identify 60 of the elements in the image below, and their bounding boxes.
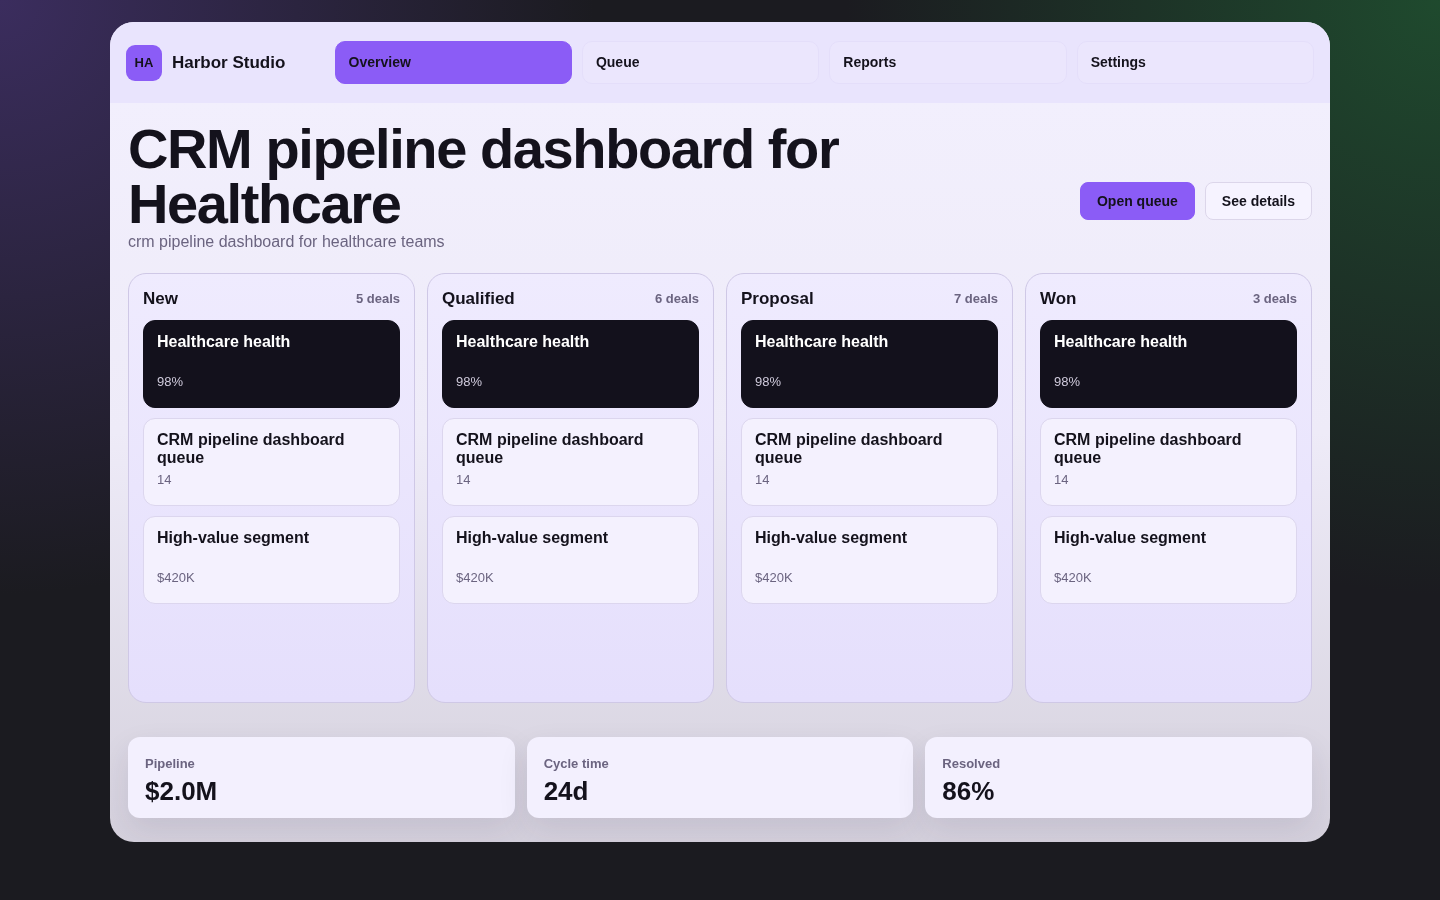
deal-value: 98% [755,374,783,389]
deal-card[interactable]: CRM pipeline dashboard queue 14 [741,418,998,506]
deal-title: CRM pipeline dashboard queue [755,431,944,467]
page-title: CRM pipeline dashboard for Healthcare [128,121,840,231]
deal-value: 14 [755,472,771,487]
brand-name: Harbor Studio [172,51,286,74]
deal-card[interactable]: Healthcare health 98% [741,320,998,408]
deal-card[interactable]: Healthcare health 98% [442,320,699,408]
deal-title: Healthcare health [456,333,591,351]
deal-card[interactable]: Healthcare health 98% [1040,320,1297,408]
stat-value: 24d [543,775,590,806]
deal-card[interactable]: Healthcare health 98% [143,320,400,408]
nav-tab[interactable]: Queue [581,41,820,84]
deal-count: 6 deals [654,290,699,309]
open-queue-button[interactable]: Open queue [1079,182,1195,220]
deal-card[interactable]: CRM pipeline dashboard queue 14 [143,418,400,506]
deal-card[interactable]: High-value segment $420K [741,516,998,604]
deal-count: 3 deals [1252,290,1297,309]
deal-title: Healthcare health [755,333,890,351]
column-title: Proposal [741,288,814,311]
column-title: New [143,288,178,311]
page-subtitle: crm pipeline dashboard for healthcare teams [128,232,446,252]
stat-label: Pipeline [145,755,196,773]
nav-tab[interactable]: Reports [829,41,1067,84]
deal-title: High-value segment [1054,529,1208,547]
deal-value: $420K [1054,570,1093,585]
deal-value: $420K [755,570,794,585]
deal-value: 98% [1054,374,1082,389]
stat-value: $2.0M [145,775,219,806]
deal-title: CRM pipeline dashboard queue [456,431,645,467]
see-details-button[interactable]: See details [1204,182,1312,220]
column-title: Qualified [442,288,515,311]
deal-title: CRM pipeline dashboard queue [157,431,346,467]
deal-count: 7 deals [953,290,998,309]
nav-tab[interactable]: Settings [1076,41,1314,84]
deal-card[interactable]: High-value segment $420K [143,516,400,604]
deal-card[interactable]: CRM pipeline dashboard queue 14 [1040,418,1297,506]
stat-label: Cycle time [543,755,610,773]
stat-label: Resolved [942,755,1002,773]
deal-title: High-value segment [456,529,610,547]
deal-title: High-value segment [755,529,909,547]
deal-value: $420K [456,570,495,585]
deal-title: High-value segment [157,529,311,547]
column-title: Won [1040,288,1077,311]
deal-value: 98% [157,374,185,389]
nav-tab[interactable]: Overview [334,41,572,84]
deal-card[interactable]: High-value segment $420K [1040,516,1297,604]
deal-title: Healthcare health [157,333,292,351]
brand-logo: HA [126,44,162,81]
deal-value: 14 [157,472,173,487]
deal-title: Healthcare health [1054,333,1189,351]
deal-card[interactable]: High-value segment $420K [442,516,699,604]
deal-title: CRM pipeline dashboard queue [1054,431,1243,467]
deal-value: $420K [157,570,196,585]
stat-value: 86% [942,775,996,806]
deal-card[interactable]: CRM pipeline dashboard queue 14 [442,418,699,506]
deal-value: 98% [456,374,484,389]
deal-value: 14 [456,472,472,487]
deal-value: 14 [1054,472,1070,487]
deal-count: 5 deals [355,290,400,309]
